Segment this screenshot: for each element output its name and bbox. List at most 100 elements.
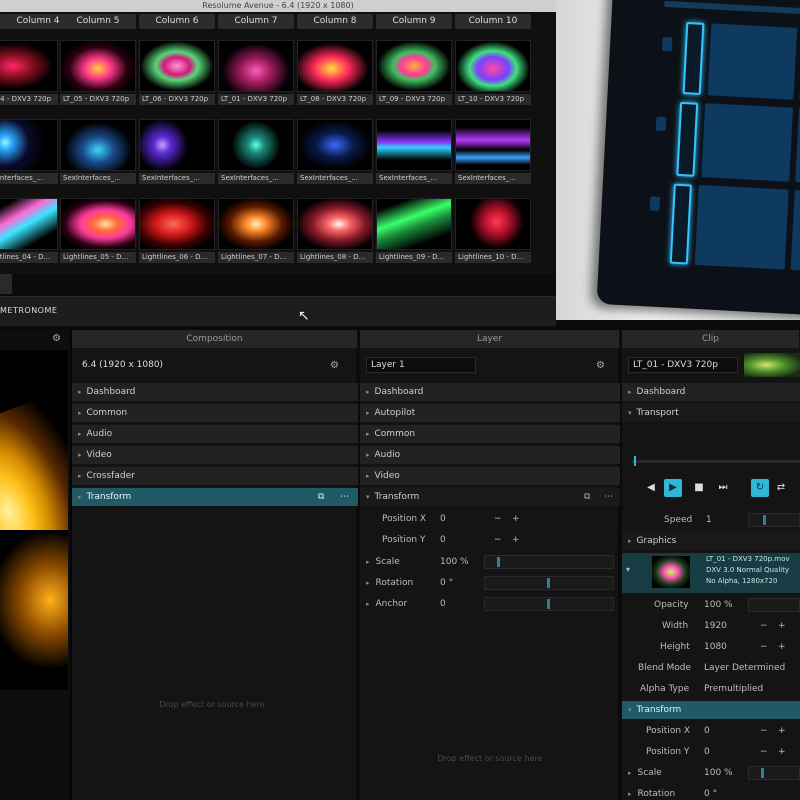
clip-section-transform[interactable]: ▾ Transform bbox=[622, 701, 800, 720]
clip-slot[interactable]: LT_06 - DXV3 720p bbox=[139, 40, 215, 110]
anchor-value[interactable]: 0 bbox=[440, 595, 446, 613]
layer-section-transform[interactable]: ▾ Transform ⧉ ⋯ bbox=[360, 488, 620, 507]
anchor-row[interactable]: ▸ Anchor bbox=[366, 595, 407, 613]
layer-section-common[interactable]: ▸ Common bbox=[360, 425, 620, 444]
slider-handle[interactable] bbox=[547, 578, 550, 588]
increment-button[interactable]: + bbox=[778, 621, 786, 631]
slider-handle[interactable] bbox=[497, 557, 500, 567]
clip-slot[interactable]: Lightlines_10 - D... bbox=[455, 198, 531, 268]
increment-button[interactable]: + bbox=[778, 642, 786, 652]
column-header[interactable]: Column 5 bbox=[60, 14, 136, 29]
clip-slot[interactable]: LT_10 - DXV3 720p bbox=[455, 40, 531, 110]
clip-section-dashboard[interactable]: ▸ Dashboard bbox=[622, 383, 800, 402]
width-value[interactable]: 1920 bbox=[704, 617, 727, 635]
position-x-value[interactable]: 0 bbox=[440, 510, 446, 528]
anchor-slider[interactable] bbox=[484, 597, 614, 611]
skip-icon[interactable]: ⏭ bbox=[714, 479, 732, 497]
decrement-button[interactable]: − bbox=[760, 621, 768, 631]
loop-icon[interactable]: ↻ bbox=[751, 479, 769, 497]
layer-name-field[interactable]: Layer 1 bbox=[366, 357, 476, 373]
clip-scale-row[interactable]: ▸ Scale bbox=[628, 764, 662, 782]
decrement-button[interactable]: − bbox=[494, 535, 502, 545]
copy-icon[interactable]: ⧉ bbox=[584, 488, 590, 507]
slider-handle[interactable] bbox=[763, 515, 766, 525]
clip-scale-slider[interactable] bbox=[748, 766, 800, 780]
clip-slot[interactable]: SexInterfaces_... bbox=[0, 119, 58, 189]
slider-handle[interactable] bbox=[547, 599, 550, 609]
copy-icon[interactable]: ⧉ bbox=[318, 488, 324, 507]
clip-slot[interactable]: LT_04 - DXV3 720p bbox=[0, 40, 58, 110]
clip-name-field[interactable]: LT_01 - DXV3 720p bbox=[628, 357, 738, 373]
clip-rotation-row[interactable]: ▸ Rotation bbox=[628, 785, 675, 800]
increment-button[interactable]: + bbox=[512, 514, 520, 524]
composition-section-transform[interactable]: ▸ Transform ⧉ ⋯ bbox=[72, 488, 358, 507]
clip-position-x-value[interactable]: 0 bbox=[704, 722, 710, 740]
scale-value[interactable]: 100 % bbox=[440, 553, 469, 571]
increment-button[interactable]: + bbox=[512, 535, 520, 545]
rotation-slider[interactable] bbox=[484, 576, 614, 590]
alpha-type-select[interactable]: Premultiplied bbox=[704, 680, 763, 698]
column-header[interactable]: Column 7 bbox=[218, 14, 294, 29]
composition-section-common[interactable]: ▸ Common bbox=[72, 404, 358, 423]
scale-slider[interactable] bbox=[484, 555, 614, 569]
increment-button[interactable]: + bbox=[778, 747, 786, 757]
layer-section-autopilot[interactable]: ▸ Autopilot bbox=[360, 404, 620, 423]
clip-slot[interactable]: SexInterfaces_... bbox=[297, 119, 373, 189]
column-header[interactable]: Column 6 bbox=[139, 14, 215, 29]
clip-slot[interactable]: LT_09 - DXV3 720p bbox=[376, 40, 452, 110]
clip-slot[interactable]: LT_01 - DXV3 720p bbox=[218, 40, 294, 110]
rotation-row[interactable]: ▸ Rotation bbox=[366, 574, 413, 592]
play-reverse-icon[interactable]: ◀ bbox=[642, 479, 660, 497]
slider-handle[interactable] bbox=[761, 768, 764, 778]
menu-icon[interactable]: ⋯ bbox=[340, 488, 349, 507]
height-value[interactable]: 1080 bbox=[704, 638, 727, 656]
composition-name[interactable]: 6.4 (1920 x 1080) bbox=[78, 358, 228, 374]
clip-slot[interactable]: Lightlines_06 - D... bbox=[139, 198, 215, 268]
timeline-scrubber[interactable] bbox=[632, 460, 800, 463]
clip-slot[interactable]: Lightlines_09 - D... bbox=[376, 198, 452, 268]
decrement-button[interactable]: − bbox=[760, 642, 768, 652]
gear-icon[interactable]: ⚙ bbox=[52, 333, 61, 344]
clip-section-transport[interactable]: ▾ Transport bbox=[622, 404, 800, 423]
rotation-value[interactable]: 0 ° bbox=[440, 574, 453, 592]
clip-slot[interactable]: LT_08 - DXV3 720p bbox=[297, 40, 373, 110]
clip-slot[interactable]: LT_05 - DXV3 720p bbox=[60, 40, 136, 110]
speed-slider[interactable] bbox=[748, 513, 800, 527]
column-header[interactable]: Column 8 bbox=[297, 14, 373, 29]
speed-value[interactable]: 1 bbox=[706, 511, 712, 529]
clip-slot[interactable]: Lightlines_08 - D... bbox=[297, 198, 373, 268]
scale-row[interactable]: ▸ Scale bbox=[366, 553, 400, 571]
clip-slot[interactable]: Lightlines_07 - D... bbox=[218, 198, 294, 268]
clip-slot[interactable]: SexInterfaces_... bbox=[218, 119, 294, 189]
opacity-value[interactable]: 100 % bbox=[704, 596, 733, 614]
composition-section-crossfader[interactable]: ▸ Crossfader bbox=[72, 467, 358, 486]
opacity-slider[interactable] bbox=[748, 598, 800, 612]
composition-panel-header[interactable]: Composition bbox=[72, 330, 358, 348]
decrement-button[interactable]: − bbox=[494, 514, 502, 524]
gear-icon[interactable]: ⚙ bbox=[330, 360, 339, 371]
clip-panel-header[interactable]: Clip bbox=[622, 330, 800, 348]
decrement-button[interactable]: − bbox=[760, 726, 768, 736]
stop-icon[interactable]: ■ bbox=[690, 479, 708, 497]
position-y-value[interactable]: 0 bbox=[440, 531, 446, 549]
clip-slot[interactable]: SexInterfaces_... bbox=[139, 119, 215, 189]
layer-panel-header[interactable]: Layer bbox=[360, 330, 620, 348]
grid-scrollbar[interactable] bbox=[0, 274, 12, 294]
layer-section-video[interactable]: ▸ Video bbox=[360, 467, 620, 486]
composition-section-audio[interactable]: ▸ Audio bbox=[72, 425, 358, 444]
layer-section-dashboard[interactable]: ▸ Dashboard bbox=[360, 383, 620, 402]
clip-rotation-value[interactable]: 0 ° bbox=[704, 785, 717, 800]
blend-mode-select[interactable]: Layer Determined bbox=[704, 659, 785, 677]
clip-position-y-value[interactable]: 0 bbox=[704, 743, 710, 761]
clip-slot[interactable]: SexInterfaces_... bbox=[455, 119, 531, 189]
layer-section-audio[interactable]: ▸ Audio bbox=[360, 446, 620, 465]
clip-slot[interactable]: Lightlines_04 - D... bbox=[0, 198, 58, 268]
gear-icon[interactable]: ⚙ bbox=[596, 360, 605, 371]
menu-icon[interactable]: ⋯ bbox=[604, 488, 613, 507]
play-icon[interactable]: ▶ bbox=[664, 479, 682, 497]
clip-scale-value[interactable]: 100 % bbox=[704, 764, 733, 782]
metronome-label[interactable]: METRONOME bbox=[0, 306, 57, 315]
composition-section-video[interactable]: ▸ Video bbox=[72, 446, 358, 465]
decrement-button[interactable]: − bbox=[760, 747, 768, 757]
clip-slot[interactable]: SexInterfaces_... bbox=[60, 119, 136, 189]
